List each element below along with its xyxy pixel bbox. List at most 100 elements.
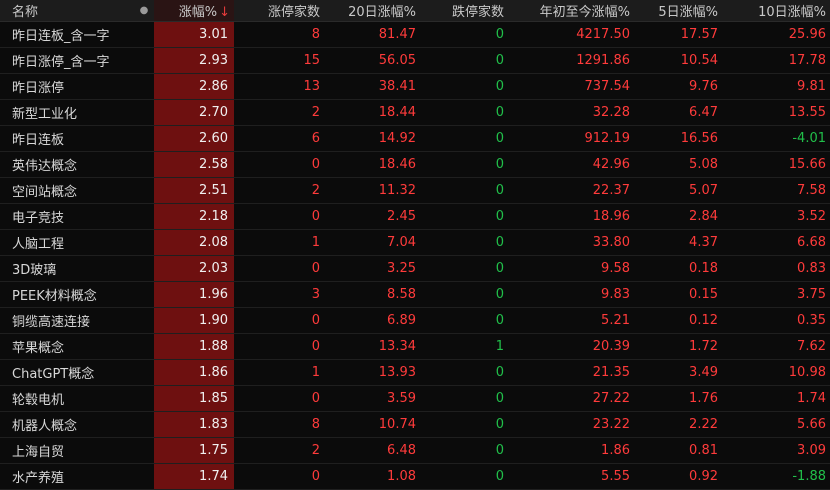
ytd-change-cell: 23.22 xyxy=(508,411,634,438)
table-row[interactable]: 3D玻璃 2.03 0 3.25 0 9.58 0.18 0.83 xyxy=(0,255,830,282)
marker-cell xyxy=(134,333,154,360)
sector-name-cell: 昨日涨停 xyxy=(0,73,134,100)
change-10d-cell: 7.62 xyxy=(722,333,830,360)
change-10d-cell: 6.68 xyxy=(722,229,830,256)
change-5d-cell: 2.22 xyxy=(634,411,722,438)
sector-name-cell: 水产养殖 xyxy=(0,463,134,490)
limit-down-count-cell: 0 xyxy=(420,73,508,100)
change-5d-cell: 0.15 xyxy=(634,281,722,308)
change-pct-label: 涨幅% xyxy=(178,5,218,20)
column-header-limit-up-count[interactable]: 涨停家数 xyxy=(234,0,324,22)
change-pct-cell: 2.86 xyxy=(154,73,234,100)
change-pct-cell: 1.85 xyxy=(154,385,234,412)
limit-up-count-cell: 8 xyxy=(234,411,324,438)
column-header-name[interactable]: 名称 xyxy=(0,0,134,22)
limit-up-count-cell: 13 xyxy=(234,73,324,100)
ytd-change-cell: 737.54 xyxy=(508,73,634,100)
change-5d-cell: 0.81 xyxy=(634,437,722,464)
marker-cell xyxy=(134,463,154,490)
change-pct-cell: 2.58 xyxy=(154,151,234,178)
limit-up-count-cell: 0 xyxy=(234,463,324,490)
change-10d-cell: 0.35 xyxy=(722,307,830,334)
change-10d-cell: 3.75 xyxy=(722,281,830,308)
change-5d-cell: 17.57 xyxy=(634,21,722,48)
marker-cell xyxy=(134,151,154,178)
change-pct-cell: 1.96 xyxy=(154,281,234,308)
sector-name-cell: 新型工业化 xyxy=(0,99,134,126)
change-10d-cell: 13.55 xyxy=(722,99,830,126)
change-5d-cell: 0.18 xyxy=(634,255,722,282)
table-row[interactable]: 新型工业化 2.70 2 18.44 0 32.28 6.47 13.55 xyxy=(0,99,830,126)
ytd-change-cell: 32.28 xyxy=(508,99,634,126)
ytd-change-cell: 4217.50 xyxy=(508,21,634,48)
table-row[interactable]: 空间站概念 2.51 2 11.32 0 22.37 5.07 7.58 xyxy=(0,177,830,204)
limit-up-count-cell: 6 xyxy=(234,125,324,152)
sector-name-cell: 空间站概念 xyxy=(0,177,134,204)
change-pct-cell: 1.75 xyxy=(154,437,234,464)
limit-down-count-cell: 0 xyxy=(420,99,508,126)
marker-cell xyxy=(134,125,154,152)
table-row[interactable]: ChatGPT概念 1.86 1 13.93 0 21.35 3.49 10.98 xyxy=(0,359,830,386)
ytd-change-cell: 5.21 xyxy=(508,307,634,334)
column-header-ytd-change[interactable]: 年初至今涨幅% xyxy=(508,0,634,22)
table-header-row: 名称 ● 涨幅% ↓ 涨停家数 20日涨幅% 跌停家数 年初至今涨幅% 5日涨幅%… xyxy=(0,0,830,22)
column-header-change-20d[interactable]: 20日涨幅% xyxy=(324,0,420,22)
limit-up-count-cell: 1 xyxy=(234,359,324,386)
change-20d-cell: 3.59 xyxy=(324,385,420,412)
change-pct-cell: 2.18 xyxy=(154,203,234,230)
marker-cell xyxy=(134,73,154,100)
table-row[interactable]: 水产养殖 1.74 0 1.08 0 5.55 0.92 -1.88 xyxy=(0,463,830,490)
table-row[interactable]: PEEK材料概念 1.96 3 8.58 0 9.83 0.15 3.75 xyxy=(0,281,830,308)
ytd-change-cell: 20.39 xyxy=(508,333,634,360)
change-10d-cell: 5.66 xyxy=(722,411,830,438)
limit-down-count-cell: 1 xyxy=(420,333,508,360)
marker-cell xyxy=(134,255,154,282)
marker-cell xyxy=(134,307,154,334)
ytd-change-cell: 21.35 xyxy=(508,359,634,386)
change-5d-cell: 5.08 xyxy=(634,151,722,178)
change-5d-cell: 4.37 xyxy=(634,229,722,256)
column-header-limit-down-count[interactable]: 跌停家数 xyxy=(420,0,508,22)
table-row[interactable]: 英伟达概念 2.58 0 18.46 0 42.96 5.08 15.66 xyxy=(0,151,830,178)
change-5d-cell: 6.47 xyxy=(634,99,722,126)
change-10d-cell: 1.74 xyxy=(722,385,830,412)
limit-down-count-cell: 0 xyxy=(420,229,508,256)
table-row[interactable]: 轮毂电机 1.85 0 3.59 0 27.22 1.76 1.74 xyxy=(0,385,830,412)
table-row[interactable]: 上海自贸 1.75 2 6.48 0 1.86 0.81 3.09 xyxy=(0,437,830,464)
limit-down-count-cell: 0 xyxy=(420,125,508,152)
limit-down-count-cell: 0 xyxy=(420,281,508,308)
sector-name-cell: 轮毂电机 xyxy=(0,385,134,412)
ytd-change-cell: 18.96 xyxy=(508,203,634,230)
limit-down-count-cell: 0 xyxy=(420,255,508,282)
table-row[interactable]: 机器人概念 1.83 8 10.74 0 23.22 2.22 5.66 xyxy=(0,411,830,438)
ytd-change-cell: 1291.86 xyxy=(508,47,634,74)
column-header-change-10d[interactable]: 10日涨幅% xyxy=(722,0,830,22)
table-row[interactable]: 电子竞技 2.18 0 2.45 0 18.96 2.84 3.52 xyxy=(0,203,830,230)
marker-cell xyxy=(134,47,154,74)
change-pct-cell: 1.86 xyxy=(154,359,234,386)
sector-name-cell: PEEK材料概念 xyxy=(0,281,134,308)
table-row[interactable]: 人脑工程 2.08 1 7.04 0 33.80 4.37 6.68 xyxy=(0,229,830,256)
table-row[interactable]: 苹果概念 1.88 0 13.34 1 20.39 1.72 7.62 xyxy=(0,333,830,360)
column-header-change-5d[interactable]: 5日涨幅% xyxy=(634,0,722,22)
change-20d-cell: 1.08 xyxy=(324,463,420,490)
limit-down-count-cell: 0 xyxy=(420,359,508,386)
sector-ranking-table: 名称 ● 涨幅% ↓ 涨停家数 20日涨幅% 跌停家数 年初至今涨幅% 5日涨幅%… xyxy=(0,0,830,490)
table-row[interactable]: 铜缆高速连接 1.90 0 6.89 0 5.21 0.12 0.35 xyxy=(0,307,830,334)
column-header-change-pct[interactable]: 涨幅% ↓ xyxy=(154,0,234,22)
change-20d-cell: 56.05 xyxy=(324,47,420,74)
change-20d-cell: 6.89 xyxy=(324,307,420,334)
table-row[interactable]: 昨日涨停 2.86 13 38.41 0 737.54 9.76 9.81 xyxy=(0,73,830,100)
change-20d-cell: 11.32 xyxy=(324,177,420,204)
table-row[interactable]: 昨日涨停_含一字 2.93 15 56.05 0 1291.86 10.54 17.78 xyxy=(0,47,830,74)
table-body: 昨日连板_含一字 3.01 8 81.47 0 4217.50 17.57 25.96 昨日涨停… xyxy=(0,21,830,490)
change-10d-cell: -1.88 xyxy=(722,463,830,490)
sector-name-cell: 铜缆高速连接 xyxy=(0,307,134,334)
change-pct-cell: 1.83 xyxy=(154,411,234,438)
column-header-marker-dot-icon[interactable]: ● xyxy=(134,0,154,22)
table-row[interactable]: 昨日连板 2.60 6 14.92 0 912.19 16.56 -4.01 xyxy=(0,125,830,152)
marker-cell xyxy=(134,437,154,464)
sort-desc-arrow-icon: ↓ xyxy=(219,5,230,20)
table-row[interactable]: 昨日连板_含一字 3.01 8 81.47 0 4217.50 17.57 25.96 xyxy=(0,21,830,48)
change-20d-cell: 81.47 xyxy=(324,21,420,48)
